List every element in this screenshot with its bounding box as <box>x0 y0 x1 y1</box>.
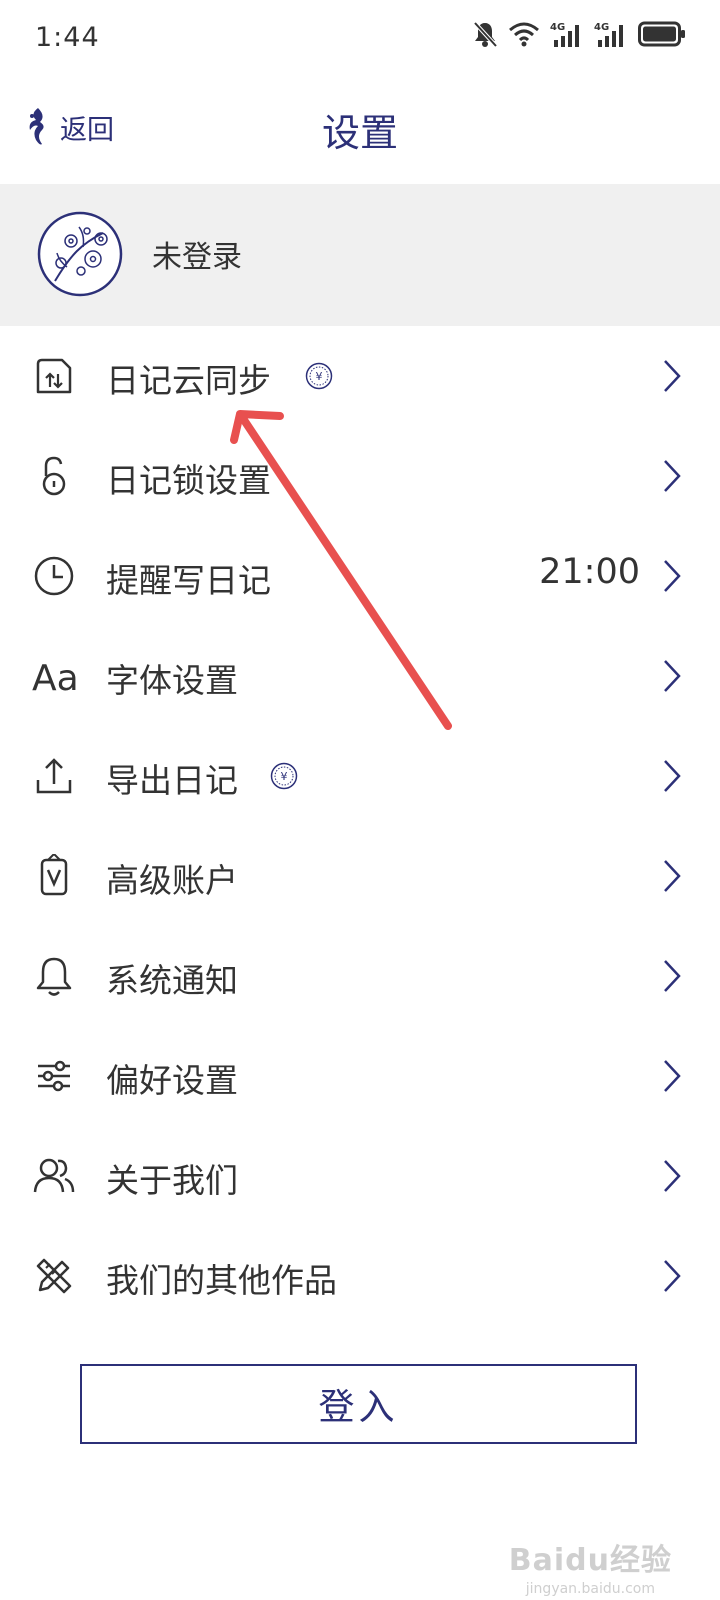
svg-text:Aa: Aa <box>32 658 79 698</box>
chevron-right-icon <box>664 760 681 792</box>
mute-bell-icon <box>473 21 498 48</box>
chevron-right-icon <box>664 960 681 992</box>
watermark-sub: jingyan.baidu.com <box>525 1581 655 1597</box>
watermark-main: Baidu经验 <box>508 1543 672 1578</box>
reminder-time-value: 21:00 <box>539 552 640 592</box>
menu-label: 高级账户 <box>106 861 238 900</box>
chevron-right-icon <box>664 1260 681 1292</box>
menu-label: 系统通知 <box>106 961 238 1000</box>
bell-icon <box>36 957 72 996</box>
signal-4g-icon: 4G <box>594 22 623 47</box>
sliders-icon <box>38 1060 70 1092</box>
menu-item-about-us[interactable]: 关于我们 <box>0 1126 720 1226</box>
premium-account-icon <box>40 854 68 896</box>
premium-coin-icon: ¥ <box>305 362 333 390</box>
chevron-right-icon <box>664 1060 681 1092</box>
menu-item-premium-account[interactable]: 高级账户 <box>0 826 720 926</box>
profile-header[interactable]: 未登录 <box>0 184 720 326</box>
menu-label: 日记锁设置 <box>106 461 271 500</box>
status-icons: 4G 4G <box>472 20 686 48</box>
menu-label: 字体设置 <box>106 661 238 700</box>
network-label: 4G <box>550 22 565 33</box>
back-button[interactable]: 返回 <box>24 106 114 148</box>
menu-label: 我们的其他作品 <box>106 1261 337 1300</box>
menu-item-font[interactable]: Aa 字体设置 <box>0 626 720 726</box>
export-icon <box>36 758 72 794</box>
status-time: 1:44 <box>35 22 100 53</box>
nav-bar: 设置 返回 <box>0 78 720 184</box>
chevron-right-icon <box>664 660 681 692</box>
status-bar: 1:44 4G 4G <box>0 0 720 78</box>
premium-badge-text: ¥ <box>316 370 323 383</box>
menu-item-notifications[interactable]: 系统通知 <box>0 926 720 1026</box>
lock-icon <box>42 456 66 496</box>
menu-item-export[interactable]: 导出日记 ¥ <box>0 726 720 826</box>
menu-label: 日记云同步 <box>106 361 271 400</box>
chevron-right-icon <box>664 560 681 592</box>
clock-icon <box>34 556 74 596</box>
menu-label: 偏好设置 <box>106 1061 238 1100</box>
cloud-sync-icon <box>36 358 72 394</box>
back-label: 返回 <box>60 114 114 146</box>
chevron-right-icon <box>664 360 681 392</box>
battery-icon <box>638 21 685 47</box>
premium-coin-icon: ¥ <box>270 762 298 790</box>
profile-name: 未登录 <box>152 240 242 275</box>
network-label: 4G <box>594 22 609 33</box>
menu-label: 提醒写日记 <box>106 561 271 600</box>
people-icon <box>33 1158 75 1193</box>
chevron-right-icon <box>664 460 681 492</box>
settings-menu: 日记云同步 ¥ 日记锁设置 提醒写日记 21:00 Aa 字体设置 导出日记 ¥… <box>0 326 720 1326</box>
login-label: 登入 <box>318 1387 399 1428</box>
chevron-right-icon <box>664 860 681 892</box>
premium-badge-text: ¥ <box>281 770 288 783</box>
signal-4g-icon: 4G <box>550 22 579 47</box>
design-tools-icon <box>36 1258 72 1294</box>
menu-item-diary-lock[interactable]: 日记锁设置 <box>0 426 720 526</box>
watermark: Baidu经验 jingyan.baidu.com <box>509 1535 672 1597</box>
menu-item-reminder[interactable]: 提醒写日记 21:00 <box>0 526 720 626</box>
chevron-right-icon <box>664 1160 681 1192</box>
login-button[interactable]: 登入 <box>80 1364 637 1444</box>
menu-label: 关于我们 <box>106 1161 238 1200</box>
menu-item-other-works[interactable]: 我们的其他作品 <box>0 1226 720 1326</box>
avatar[interactable] <box>37 211 123 297</box>
menu-item-preferences[interactable]: 偏好设置 <box>0 1026 720 1126</box>
wifi-icon <box>509 22 539 47</box>
back-logo-icon <box>29 108 44 145</box>
menu-item-cloud-sync[interactable]: 日记云同步 ¥ <box>0 326 720 426</box>
font-icon: Aa <box>32 658 79 698</box>
menu-label: 导出日记 <box>106 761 238 800</box>
